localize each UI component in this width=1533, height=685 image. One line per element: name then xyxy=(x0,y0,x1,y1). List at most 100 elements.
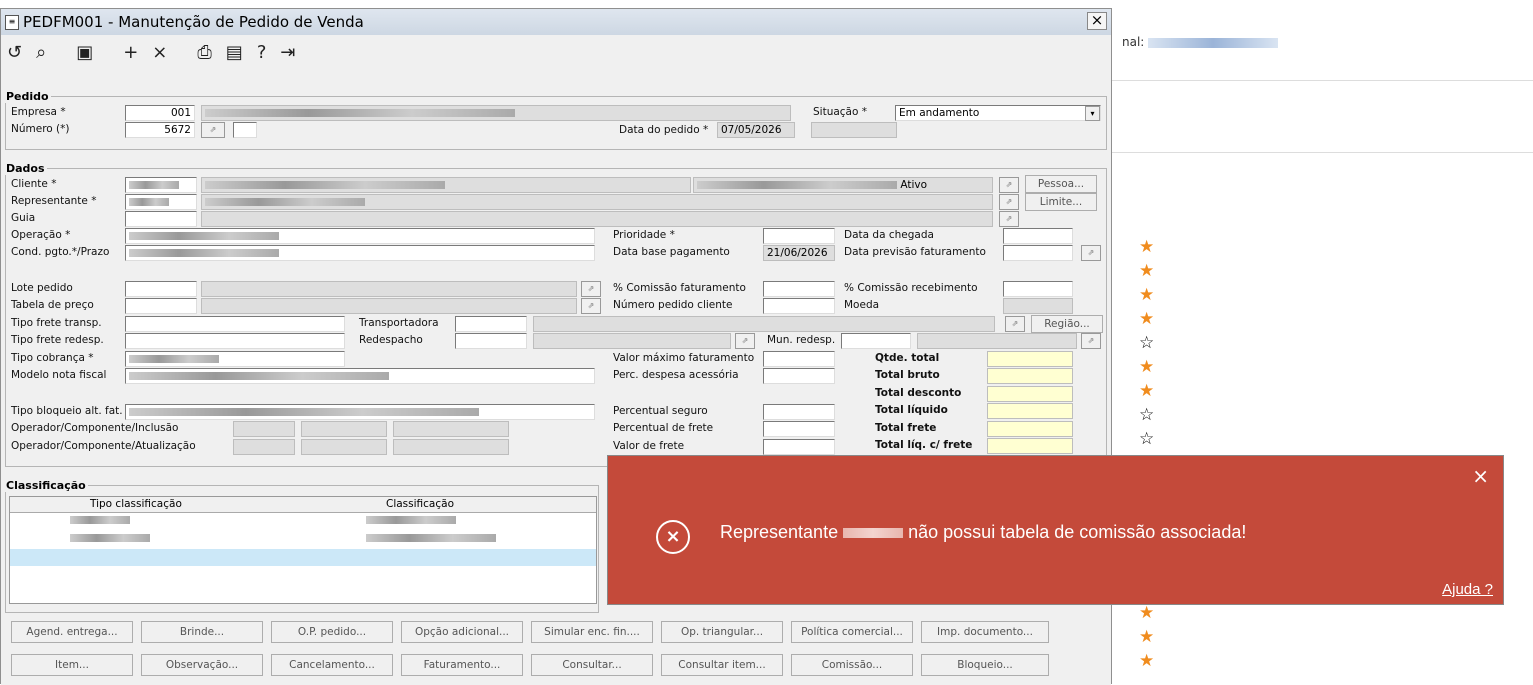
star-icon-filled[interactable]: ★ xyxy=(1139,308,1154,332)
transportadora-search-button[interactable]: ⇗ xyxy=(1005,316,1025,332)
toast-message: Representante não possui tabela de comis… xyxy=(720,522,1247,542)
add-icon[interactable]: + xyxy=(123,42,138,63)
frete-redesp-select[interactable] xyxy=(125,333,345,349)
politica-comercial-button[interactable]: Política comercial... xyxy=(791,621,913,643)
star-icon-empty[interactable]: ☆ xyxy=(1139,404,1154,428)
classificacao-grid[interactable]: Tipo classificação Classificação xyxy=(9,496,597,604)
star-icon-empty[interactable]: ☆ xyxy=(1139,332,1154,356)
lote-search-button[interactable]: ⇗ xyxy=(581,281,601,297)
star-icon-filled[interactable]: ★ xyxy=(1139,236,1154,260)
delete-icon[interactable]: × xyxy=(152,42,167,63)
representante-search-button[interactable]: ⇗ xyxy=(999,194,1019,210)
guia-search-button[interactable]: ⇗ xyxy=(999,211,1019,227)
prioridade-select[interactable] xyxy=(763,228,835,244)
numero-field[interactable]: 5672 xyxy=(125,122,195,138)
bloqueio-select[interactable] xyxy=(125,404,595,420)
data-previsao-field[interactable] xyxy=(1003,245,1073,261)
table-row[interactable] xyxy=(10,531,596,549)
op-triangular-button[interactable]: Op. triangular... xyxy=(661,621,783,643)
star-icon-filled[interactable]: ★ xyxy=(1139,602,1154,626)
operacao-select[interactable] xyxy=(125,228,595,244)
cliente-code-field[interactable] xyxy=(125,177,197,193)
print-icon[interactable]: ⎙ xyxy=(197,42,211,63)
valor-max-field[interactable] xyxy=(763,351,835,367)
comissao-fat-field[interactable] xyxy=(763,281,835,297)
valor-frete-field[interactable] xyxy=(763,439,835,455)
perc-frete-field[interactable] xyxy=(763,421,835,437)
star-icon-filled[interactable]: ★ xyxy=(1139,356,1154,380)
column-header[interactable]: Tipo classificação xyxy=(90,498,182,510)
total-frete-label: Total frete xyxy=(875,422,937,434)
data-previsao-button[interactable]: ⇗ xyxy=(1081,245,1101,261)
lote-field[interactable] xyxy=(125,281,197,297)
toast-close-button[interactable]: × xyxy=(1472,464,1489,488)
transportadora-field[interactable] xyxy=(455,316,527,332)
perc-frete-label: Percentual de frete xyxy=(613,422,714,434)
item-button[interactable]: Item... xyxy=(11,654,133,676)
brinde-button[interactable]: Brinde... xyxy=(141,621,263,643)
star-icon-filled[interactable]: ★ xyxy=(1139,650,1154,674)
bloqueio-button[interactable]: Bloqueio... xyxy=(921,654,1049,676)
column-header[interactable]: Classificação xyxy=(386,498,454,510)
comissao-fat-label: % Comissão faturamento xyxy=(613,282,746,294)
op-pedido-button[interactable]: O.P. pedido... xyxy=(271,621,393,643)
data-chegada-label: Data da chegada xyxy=(844,229,934,241)
observacao-button[interactable]: Observação... xyxy=(141,654,263,676)
situacao-select[interactable]: Em andamento xyxy=(895,105,1101,121)
table-row[interactable] xyxy=(10,549,596,567)
numero-search-button[interactable]: ⇗ xyxy=(201,122,225,138)
agend-entrega-button[interactable]: Agend. entrega... xyxy=(11,621,133,643)
help-icon[interactable]: ? xyxy=(257,42,267,63)
cancelamento-button[interactable]: Cancelamento... xyxy=(271,654,393,676)
numero-extra-field[interactable] xyxy=(233,122,257,138)
regiao-button[interactable]: Região... xyxy=(1031,315,1103,333)
imp-documento-button[interactable]: Imp. documento... xyxy=(921,621,1049,643)
chevron-down-icon[interactable]: ▾ xyxy=(1085,106,1100,121)
star-icon-filled[interactable]: ★ xyxy=(1139,380,1154,404)
num-pedido-cliente-field[interactable] xyxy=(763,298,835,314)
error-toast: × × Representante não possui tabela de c… xyxy=(607,455,1504,605)
data-chegada-field[interactable] xyxy=(1003,228,1073,244)
total-liquido-label: Total líquido xyxy=(875,404,948,416)
pessoa-button[interactable]: Pessoa... xyxy=(1025,175,1097,193)
redespacho-field[interactable] xyxy=(455,333,527,349)
mun-redesp-search-button[interactable]: ⇗ xyxy=(1081,333,1101,349)
cobranca-select[interactable] xyxy=(125,351,345,367)
table-row[interactable] xyxy=(10,513,596,531)
star-icon-filled[interactable]: ★ xyxy=(1139,260,1154,284)
undo-icon[interactable]: ↺ xyxy=(7,42,22,63)
simular-enc-button[interactable]: Simular enc. fin.... xyxy=(531,621,653,643)
tabela-search-button[interactable]: ⇗ xyxy=(581,298,601,314)
calendar-icon[interactable]: ▤ xyxy=(226,42,243,63)
perc-desp-label: Perc. despesa acessória xyxy=(613,369,739,381)
help-link[interactable]: Ajuda ? xyxy=(1442,581,1493,598)
close-window-button[interactable]: × xyxy=(1087,12,1107,30)
representante-code-field[interactable] xyxy=(125,194,197,210)
tabela-field[interactable] xyxy=(125,298,197,314)
mun-redesp-field[interactable] xyxy=(841,333,911,349)
opcao-adicional-button[interactable]: Opção adicional... xyxy=(401,621,523,643)
redespacho-search-button[interactable]: ⇗ xyxy=(735,333,755,349)
blurred-value xyxy=(1148,37,1279,48)
guia-field[interactable] xyxy=(125,211,197,227)
valor-max-label: Valor máximo faturamento xyxy=(613,352,755,364)
comissao-rec-field[interactable] xyxy=(1003,281,1073,297)
empresa-field[interactable]: 001 xyxy=(125,105,195,121)
consultar-button[interactable]: Consultar... xyxy=(531,654,653,676)
cond-pgto-select[interactable] xyxy=(125,245,595,261)
search-icon[interactable]: ⌕ xyxy=(36,42,46,63)
star-icon-filled[interactable]: ★ xyxy=(1139,626,1154,650)
faturamento-button[interactable]: Faturamento... xyxy=(401,654,523,676)
consultar-item-button[interactable]: Consultar item... xyxy=(661,654,783,676)
cliente-search-button[interactable]: ⇗ xyxy=(999,177,1019,193)
comissao-button[interactable]: Comissão... xyxy=(791,654,913,676)
frete-transp-select[interactable] xyxy=(125,316,345,332)
modelo-select[interactable] xyxy=(125,368,595,384)
limite-button[interactable]: Limite... xyxy=(1025,193,1097,211)
star-icon-filled[interactable]: ★ xyxy=(1139,284,1154,308)
perc-desp-field[interactable] xyxy=(763,368,835,384)
save-icon[interactable]: ▣ xyxy=(76,42,93,63)
perc-seguro-field[interactable] xyxy=(763,404,835,420)
star-icon-empty[interactable]: ☆ xyxy=(1139,428,1154,452)
exit-icon[interactable]: ⇥ xyxy=(280,42,295,63)
